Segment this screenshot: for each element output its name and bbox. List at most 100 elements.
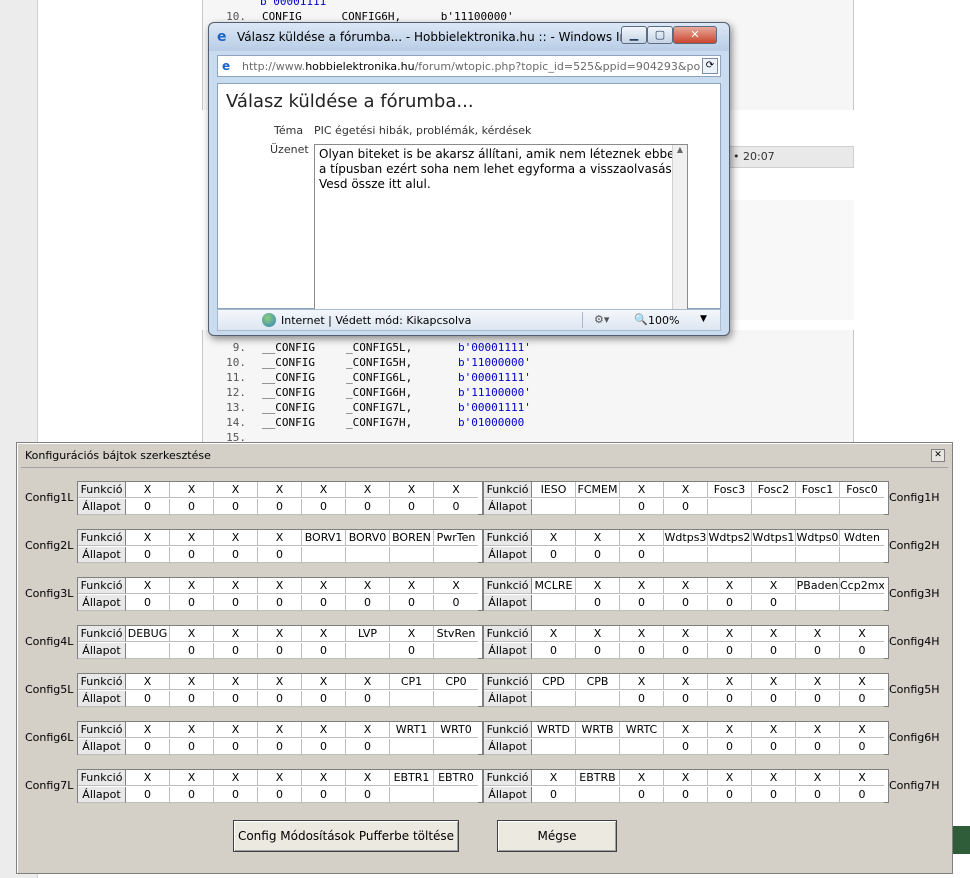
bit-state-cell[interactable]: 0 (170, 691, 214, 707)
bit-state-cell[interactable]: 0 (664, 499, 708, 515)
bit-state-cell[interactable] (390, 787, 434, 803)
bit-state-cell[interactable]: 0 (620, 499, 664, 515)
bit-state-cell[interactable]: 0 (258, 499, 302, 515)
bit-state-cell[interactable] (708, 499, 752, 515)
bit-state-cell[interactable]: 0 (796, 739, 840, 755)
bit-state-cell[interactable]: 0 (346, 787, 390, 803)
popup-titlebar[interactable]: e Válasz küldése a fórumba... - Hobbiele… (209, 23, 729, 51)
bit-state-cell[interactable] (796, 547, 840, 563)
bit-state-cell[interactable] (532, 499, 576, 515)
bit-state-cell[interactable]: 0 (214, 595, 258, 611)
bit-state-cell[interactable]: 0 (620, 691, 664, 707)
bit-state-cell[interactable]: 0 (170, 643, 214, 659)
bit-state-cell[interactable]: 0 (796, 787, 840, 803)
apply-config-button[interactable]: Config Módosítások Pufferbe töltése (233, 820, 459, 852)
bit-state-cell[interactable]: 0 (170, 739, 214, 755)
bit-state-cell[interactable]: 0 (302, 643, 346, 659)
bit-state-cell[interactable]: 0 (620, 787, 664, 803)
bit-state-cell[interactable]: 0 (390, 643, 434, 659)
bit-state-cell[interactable]: 0 (390, 499, 434, 515)
bit-state-cell[interactable]: 0 (664, 643, 708, 659)
bit-state-cell[interactable]: 0 (170, 499, 214, 515)
bit-state-cell[interactable] (576, 739, 620, 755)
bit-state-cell[interactable]: 0 (258, 547, 302, 563)
bit-state-cell[interactable]: 0 (576, 595, 620, 611)
textarea-scrollbar[interactable]: ▲ (672, 145, 687, 309)
bit-state-cell[interactable]: 0 (346, 691, 390, 707)
bit-state-cell[interactable]: 0 (840, 739, 884, 755)
bit-state-cell[interactable]: 0 (434, 499, 478, 515)
bit-state-cell[interactable] (576, 787, 620, 803)
bit-state-cell[interactable]: 0 (532, 547, 576, 563)
bit-state-cell[interactable] (390, 547, 434, 563)
bit-state-cell[interactable]: 0 (434, 595, 478, 611)
bit-state-cell[interactable] (390, 739, 434, 755)
bit-state-cell[interactable]: 0 (532, 643, 576, 659)
bit-state-cell[interactable]: 0 (576, 547, 620, 563)
bit-state-cell[interactable] (840, 499, 884, 515)
bit-state-cell[interactable]: 0 (664, 691, 708, 707)
bit-state-cell[interactable]: 0 (214, 499, 258, 515)
bit-state-cell[interactable]: 0 (708, 739, 752, 755)
close-icon[interactable]: ✕ (931, 449, 945, 462)
bit-state-cell[interactable] (796, 499, 840, 515)
bit-state-cell[interactable] (390, 691, 434, 707)
bit-state-cell[interactable] (708, 547, 752, 563)
address-bar[interactable]: e http://www.hobbielektronika.hu/forum/w… (217, 55, 721, 77)
bit-state-cell[interactable]: 0 (532, 787, 576, 803)
refresh-icon[interactable]: ⟳ (702, 58, 718, 74)
bit-state-cell[interactable]: 0 (258, 595, 302, 611)
bit-state-cell[interactable]: 0 (214, 643, 258, 659)
close-button[interactable]: ✕ (673, 26, 717, 44)
bit-state-cell[interactable]: 0 (346, 595, 390, 611)
bit-state-cell[interactable]: 0 (840, 643, 884, 659)
bit-state-cell[interactable] (434, 739, 478, 755)
bit-state-cell[interactable] (346, 547, 390, 563)
bit-state-cell[interactable]: 0 (214, 691, 258, 707)
bit-state-cell[interactable]: 0 (302, 499, 346, 515)
bit-state-cell[interactable]: 0 (664, 739, 708, 755)
bit-state-cell[interactable]: 0 (620, 595, 664, 611)
bit-state-cell[interactable]: 0 (126, 787, 170, 803)
bit-state-cell[interactable]: 0 (796, 643, 840, 659)
cancel-button[interactable]: Mégse (497, 820, 617, 852)
bit-state-cell[interactable]: 0 (126, 595, 170, 611)
bit-state-cell[interactable] (532, 739, 576, 755)
bit-state-cell[interactable] (752, 547, 796, 563)
bit-state-cell[interactable] (434, 691, 478, 707)
zoom-level[interactable]: 100% (648, 314, 679, 327)
bit-state-cell[interactable]: 0 (258, 739, 302, 755)
bit-state-cell[interactable]: 0 (576, 643, 620, 659)
bit-state-cell[interactable]: 0 (346, 739, 390, 755)
bit-state-cell[interactable]: 0 (620, 643, 664, 659)
bit-state-cell[interactable]: 0 (752, 691, 796, 707)
bit-state-cell[interactable] (434, 643, 478, 659)
bit-state-cell[interactable] (532, 691, 576, 707)
bit-state-cell[interactable]: 0 (752, 595, 796, 611)
bit-state-cell[interactable]: 0 (258, 691, 302, 707)
zoom-dropdown-icon[interactable]: ▼ (700, 314, 707, 324)
bit-state-cell[interactable]: 0 (796, 691, 840, 707)
bit-state-cell[interactable]: 0 (840, 787, 884, 803)
bit-state-cell[interactable]: 0 (214, 547, 258, 563)
bit-state-cell[interactable]: 0 (302, 739, 346, 755)
bit-state-cell[interactable]: 0 (302, 787, 346, 803)
message-textarea[interactable]: Olyan biteket is be akarsz állítani, ami… (314, 144, 688, 310)
bit-state-cell[interactable]: 0 (840, 691, 884, 707)
bit-state-cell[interactable]: 0 (708, 595, 752, 611)
bit-state-cell[interactable] (126, 643, 170, 659)
maximize-button[interactable]: ▢ (647, 26, 673, 44)
bit-state-cell[interactable]: 0 (126, 499, 170, 515)
bit-state-cell[interactable]: 0 (126, 691, 170, 707)
protected-mode-icon[interactable]: ⚙▾ (594, 313, 609, 326)
address-url[interactable]: http://www.hobbielektronika.hu/forum/wto… (242, 60, 700, 73)
bit-state-cell[interactable]: 0 (258, 787, 302, 803)
bit-state-cell[interactable]: 0 (302, 595, 346, 611)
bit-state-cell[interactable]: 0 (664, 595, 708, 611)
bit-state-cell[interactable] (532, 595, 576, 611)
zoom-icon[interactable]: 🔍 (634, 313, 648, 326)
minimize-button[interactable]: ▁ (621, 26, 647, 44)
bit-state-cell[interactable] (752, 499, 796, 515)
bit-state-cell[interactable] (796, 595, 840, 611)
bit-state-cell[interactable]: 0 (708, 787, 752, 803)
